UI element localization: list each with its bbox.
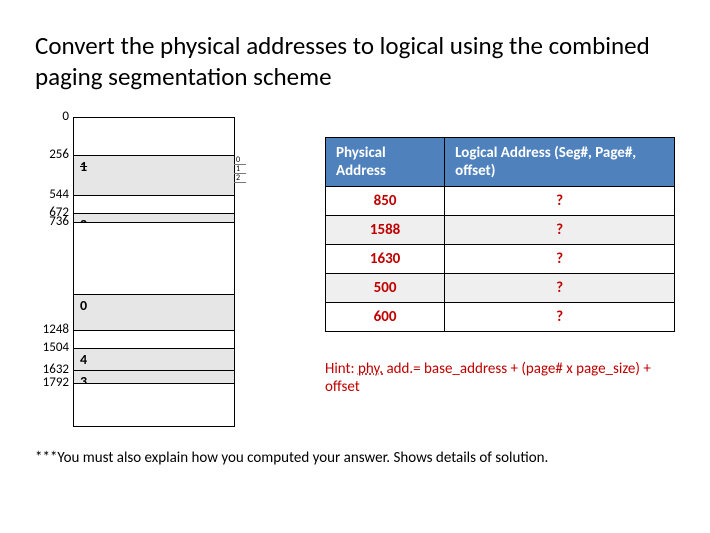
content-row: 02565446727361248150416321792 10122043 P… <box>35 111 675 427</box>
address-label: 1792 <box>43 376 69 389</box>
address-label: 0 <box>62 110 69 123</box>
table-cell: 1630 <box>326 244 445 273</box>
address-label: 544 <box>49 188 69 201</box>
page-title: Convert the physical addresses to logica… <box>35 30 675 93</box>
table-cell: 1588 <box>326 215 445 244</box>
segment-label: 0 <box>80 297 87 314</box>
table-cell: ? <box>445 215 675 244</box>
col-logical: Logical Address (Seg#, Page#, offset) <box>445 137 675 186</box>
table-cell: ? <box>445 302 675 331</box>
table-cell: 500 <box>326 273 445 302</box>
address-table: Physical Address Logical Address (Seg#, … <box>325 137 675 332</box>
memory-block <box>74 223 234 295</box>
memory-diagram: 02565446727361248150416321792 10122043 <box>35 111 285 427</box>
address-label: 1504 <box>43 341 69 354</box>
table-row: 1588? <box>326 215 675 244</box>
table-cell: 850 <box>326 186 445 215</box>
hint-prefix: Hint: <box>325 360 358 378</box>
col-physical: Physical Address <box>326 137 445 186</box>
address-label: 256 <box>49 148 69 161</box>
memory-block: 3 <box>74 371 234 384</box>
footer-note: ***You must also explain how you compute… <box>35 449 675 467</box>
memory-block: 0 <box>74 295 234 331</box>
address-label: 736 <box>49 215 69 228</box>
table-cell: 600 <box>326 302 445 331</box>
memory-block <box>74 384 234 426</box>
address-label: 1632 <box>43 363 69 376</box>
memory-block <box>74 331 234 349</box>
memory-block <box>74 118 234 156</box>
table-cell: ? <box>445 273 675 302</box>
table-cell: ? <box>445 244 675 273</box>
table-cell: ? <box>445 186 675 215</box>
segment-label: 4 <box>80 351 87 368</box>
table-row: 850? <box>326 186 675 215</box>
right-area: Physical Address Logical Address (Seg#, … <box>325 111 675 396</box>
memory-block: 4 <box>74 349 234 371</box>
memory-block: 2 <box>74 214 234 223</box>
address-label: 1248 <box>43 323 69 336</box>
table-row: 500? <box>326 273 675 302</box>
hint-text: Hint: phy. add.= base_address + (page# x… <box>325 360 675 396</box>
page-marks: 012 <box>234 156 246 183</box>
memory-block <box>74 196 234 214</box>
segment-label: 1 <box>80 158 87 175</box>
table-row: 600? <box>326 302 675 331</box>
memory-block: 1012 <box>74 156 234 196</box>
table-row: 1630? <box>326 244 675 273</box>
hint-phy: phy. <box>358 360 383 378</box>
